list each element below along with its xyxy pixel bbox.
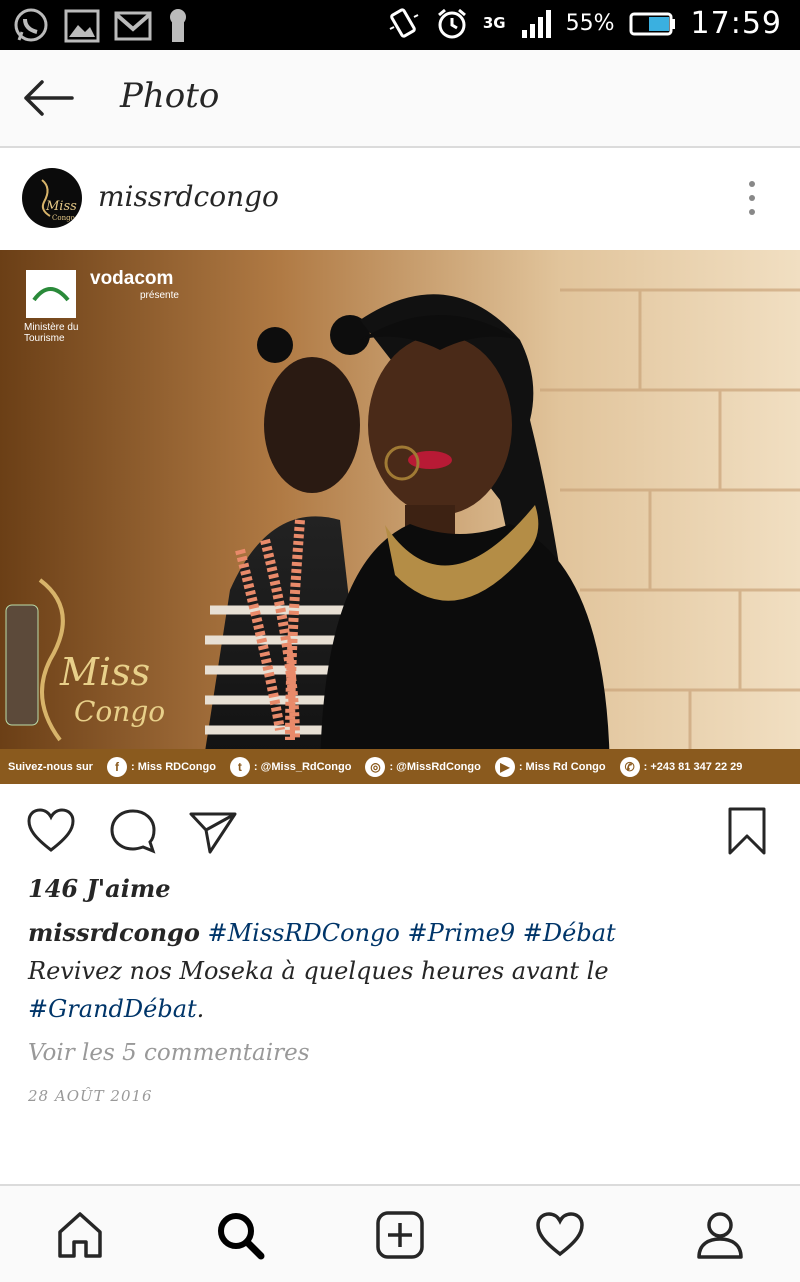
likes-count[interactable]: 146 J'aime [28,874,171,903]
instagram-item: ◎: @MissRdCongo [365,756,481,777]
caption-username[interactable]: missrdcongo [28,918,200,947]
post-photo[interactable]: Ministère du Tourisme vodacom présente M… [0,250,800,784]
photo-footer-strip: Suivez-nous sur f: Miss RDCongo t: @Miss… [0,749,800,784]
post-header: Miss Congo missrdcongo [0,148,800,248]
share-direct-icon[interactable] [188,806,238,856]
signal-icon [521,9,551,38]
post-username[interactable]: missrdcongo [98,180,279,213]
vodacom-brand: vodacom [90,268,174,289]
hashtag[interactable]: #MissRDCongo [207,919,399,947]
status-bar: 3G 55% 17:59 [0,0,800,50]
battery-percent: 55% [565,11,615,36]
search-icon[interactable] [215,1210,265,1260]
post-date: 28 AOÛT 2016 [28,1087,153,1105]
miss-logo-icon: Miss Congo [41,179,77,222]
page-title: Photo [120,76,220,116]
avatar[interactable]: Miss Congo [22,168,82,228]
phone-icon: ✆ [619,756,640,777]
app-bar: Photo [0,50,800,148]
caption-end: . [196,995,205,1023]
post-actions [0,790,800,870]
vodacom-sub: présente [140,290,179,301]
hashtag[interactable]: #GrandDébat [28,995,197,1023]
comment-icon[interactable] [108,806,158,856]
bookmark-icon[interactable] [722,806,772,856]
profile-icon[interactable] [695,1210,745,1260]
add-post-icon[interactable] [375,1210,425,1260]
post-caption: missrdcongo #MissRDCongo #Prime9 #Débat … [28,914,778,1028]
ministry-label: Ministère du Tourisme [24,322,79,344]
back-arrow-icon[interactable] [22,78,74,118]
caption-text: Revivez nos Moseka à quelques heures ava… [28,957,609,985]
instagram-icon: ◎ [365,756,386,777]
vibrate-icon [389,7,419,38]
gallery-icon [64,9,100,43]
hashtag[interactable]: #Débat [523,919,616,947]
network-type: 3G [482,14,506,32]
svg-text:Congo: Congo [52,214,75,222]
whatsapp-item: ✆: +243 81 347 22 29 [619,756,742,777]
gmail-icon [114,11,152,41]
battery-icon [629,12,675,35]
facebook-item: f: Miss RDCongo [106,756,216,777]
keyhole-icon [170,9,186,42]
bottom-nav [0,1184,800,1282]
like-heart-icon[interactable] [26,806,76,856]
clock: 17:59 [690,6,782,41]
twitter-item: t: @Miss_RdCongo [229,756,351,777]
hashtag[interactable]: #Prime9 [408,919,516,947]
view-comments-link[interactable]: Voir les 5 commentaires [28,1040,310,1066]
alarm-icon [437,8,466,38]
whatsapp-icon [14,8,48,42]
congo-logo-text: Congo [74,695,166,728]
svg-text:Miss: Miss [45,199,77,214]
follow-label: Suivez-nous sur [8,760,93,773]
more-options-icon[interactable] [740,178,764,218]
twitter-icon: t [229,756,250,777]
home-icon[interactable] [55,1210,105,1260]
youtube-icon: ▶ [494,756,515,777]
miss-logo-text: Miss [60,650,151,694]
youtube-item: ▶: Miss Rd Congo [494,756,606,777]
facebook-icon: f [106,756,127,777]
activity-heart-icon[interactable] [535,1210,585,1260]
